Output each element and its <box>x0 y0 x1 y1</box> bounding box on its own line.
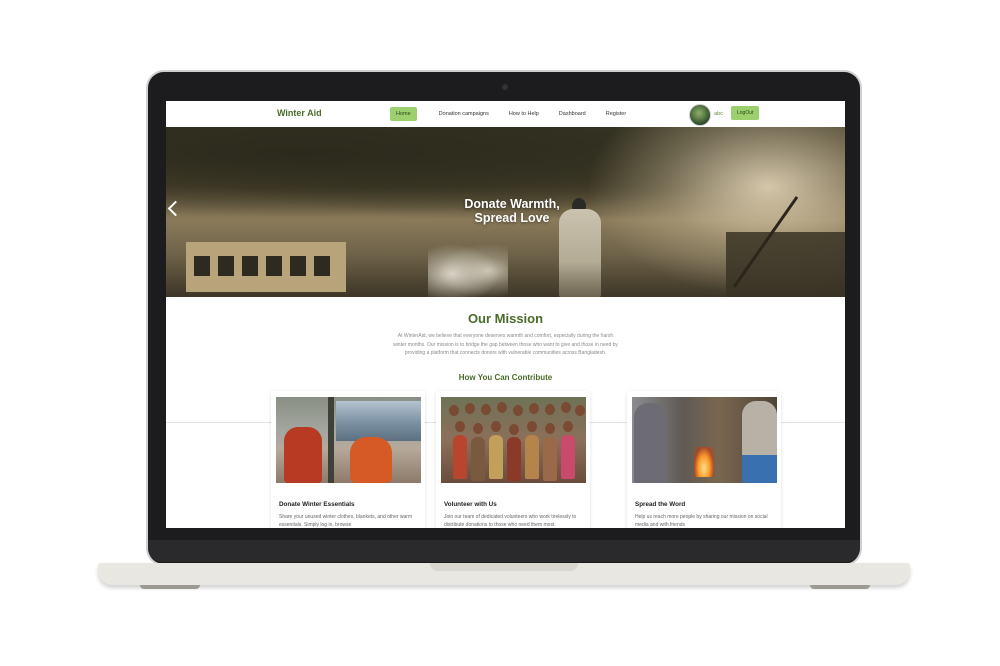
card-title: Spread the Word <box>635 501 686 508</box>
card-image <box>276 397 421 483</box>
nav-link-how-to-help[interactable]: How to Help <box>499 107 549 121</box>
card-image <box>441 397 586 483</box>
user-name: abc <box>714 111 723 117</box>
card-title: Volunteer with Us <box>444 501 497 508</box>
hero-title-line1: Donate Warmth, <box>464 197 560 211</box>
laptop-notch <box>430 563 578 571</box>
card-text: Help us reach more people by sharing our… <box>635 514 768 528</box>
hero-fence <box>186 242 346 292</box>
hero-title-line2: Spread Love <box>474 211 550 225</box>
card-image <box>632 397 777 483</box>
laptop-foot <box>140 585 200 589</box>
nav-link-home[interactable]: Home <box>390 107 417 121</box>
navbar: Winter Aid Home Donation campaigns How t… <box>166 101 845 127</box>
nav-link-dashboard[interactable]: Dashboard <box>549 107 596 121</box>
laptop-chin <box>148 540 860 562</box>
nav-links: Home Donation campaigns How to Help Dash… <box>390 107 636 121</box>
contribute-card-spread[interactable]: Spread the Word Help us reach more peopl… <box>627 391 781 528</box>
nav-link-donation-campaigns[interactable]: Donation campaigns <box>429 107 499 121</box>
brand-logo[interactable]: Winter Aid <box>277 108 322 118</box>
logout-button[interactable]: LogOut <box>731 106 760 120</box>
laptop-foot <box>810 585 870 589</box>
hero-slider: Donate Warmth, Spread Love <box>166 127 845 297</box>
contribute-title: How You Can Contribute <box>458 373 553 382</box>
camera-icon <box>502 84 508 90</box>
contribute-card-donate[interactable]: Donate Winter Essentials Share your unus… <box>271 391 425 528</box>
mission-title: Our Mission <box>467 311 544 326</box>
hero-title: Donate Warmth, Spread Love <box>166 197 845 225</box>
hero-wall <box>726 232 845 297</box>
mission-text: At WinterAid, we believe that everyone d… <box>393 333 618 356</box>
contribute-card-volunteer[interactable]: Volunteer with Us Join our team of dedic… <box>436 391 590 528</box>
card-text: Join our team of dedicated volunteers wh… <box>444 514 577 528</box>
hero-people <box>428 239 508 297</box>
card-title: Donate Winter Essentials <box>279 501 355 508</box>
card-text: Share your unused winter clothes, blanke… <box>279 514 413 528</box>
screen: Winter Aid Home Donation campaigns How t… <box>166 101 845 528</box>
avatar[interactable] <box>689 104 711 126</box>
nav-link-register[interactable]: Register <box>596 107 636 121</box>
